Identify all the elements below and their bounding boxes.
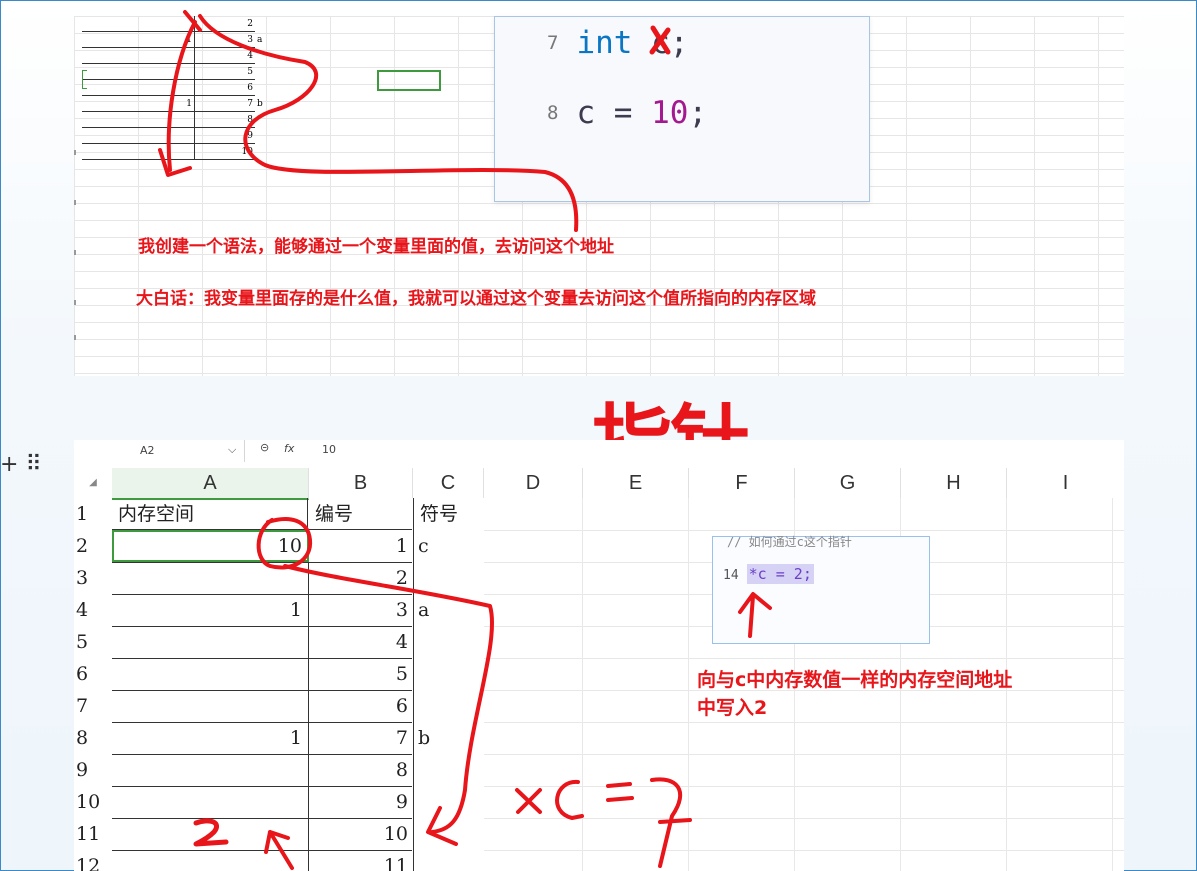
ink-circle-a2 [256, 517, 313, 570]
ink-arrow-pointer [283, 564, 495, 834]
ink-arrow-top [198, 14, 579, 232]
handwritten-annotations [74, 10, 772, 870]
